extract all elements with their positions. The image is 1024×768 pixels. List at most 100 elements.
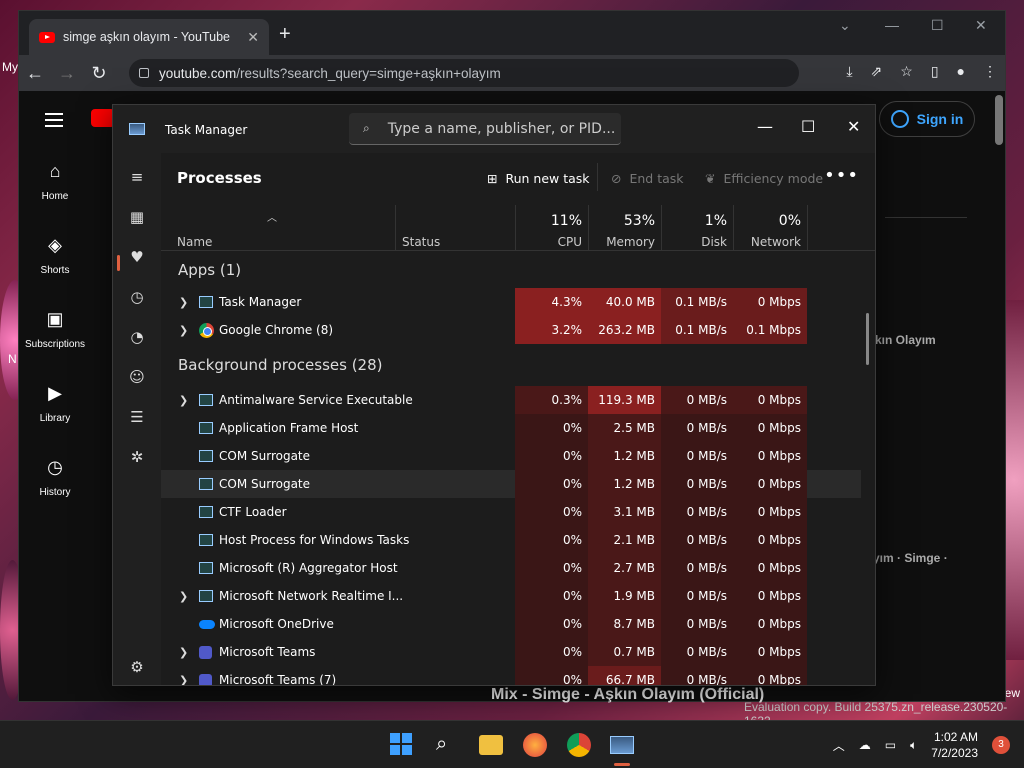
video-title-fragment[interactable]: kın Olayım [875,333,936,347]
processes-page: Processes ⊞ Run new task ⊘ End task ❦ Ef… [161,153,875,685]
bookmark-star-icon[interactable]: ☆ [900,63,913,80]
lock-icon[interactable] [139,68,149,78]
process-row[interactable]: ❯ Google Chrome (8) 3.2% 263.2 MB 0.1 MB/s 0.… [161,316,861,344]
process-row[interactable]: ❯ Task Manager 4.3% 40.0 MB 0.1 MB/s 0 Mbps [161,288,861,316]
settings-gear-icon[interactable]: ⚙ [127,657,147,677]
forward-icon[interactable]: → [51,63,83,84]
page-scrollbar[interactable] [995,95,1003,145]
app-window-icon [199,562,213,574]
close-button[interactable]: ✕ [975,17,987,34]
close-button[interactable]: ✕ [847,117,860,136]
address-bar[interactable]: youtube.com /results?search_query=simge+… [129,59,799,87]
sidebar-item-library[interactable]: ▶ Library [19,383,91,457]
end-task-button[interactable]: ⊘ End task [611,171,684,186]
run-new-task-button[interactable]: ⊞ Run new task [487,171,590,186]
memory-cell: 2.7 MB [588,554,661,582]
browser-tab[interactable]: simge aşkın olayım - YouTube ✕ [29,19,269,55]
firefox-icon[interactable] [523,733,547,757]
column-header-disk[interactable]: Disk [661,235,727,249]
process-row[interactable]: ❯ Microsoft Network Realtime I... 0% 1.9 MB… [161,582,861,610]
users-icon[interactable]: ☺ [127,367,147,387]
sidebar-item-subscriptions[interactable]: ▣ Subscriptions [19,309,91,383]
title-bar[interactable]: Task Manager ⌕ Type a name, publisher, o… [113,105,875,153]
column-header-network[interactable]: Network [733,235,801,249]
notification-badge[interactable]: 3 [992,736,1010,754]
start-button-icon[interactable] [390,733,412,755]
sidebar-item-history[interactable]: ◷ History [19,457,91,531]
app-history-icon[interactable]: ◷ [127,287,147,307]
profile-icon[interactable]: ● [957,63,965,80]
hamburger-icon[interactable] [45,113,63,127]
expand-chevron-icon[interactable]: ❯ [179,590,188,603]
reload-icon[interactable]: ↻ [83,63,115,84]
desktop-icon-label[interactable]: ew [1005,686,1020,700]
column-header-memory[interactable]: Memory [588,235,655,249]
clock[interactable]: 1:02 AM 7/2/2023 [931,729,978,761]
share-icon[interactable]: ⇗ [871,63,883,80]
desktop-icon-label[interactable]: N [8,352,17,366]
column-header-cpu[interactable]: CPU [515,235,582,249]
sidebar-item-home[interactable]: ⌂ Home [19,161,91,235]
desktop-icon-label[interactable]: My [2,60,18,74]
back-icon[interactable]: ← [19,63,51,84]
memory-cell: 1.9 MB [588,582,661,610]
expand-chevron-icon[interactable]: ❯ [179,324,188,337]
column-header-name[interactable]: Name [177,235,212,249]
display-icon[interactable]: ▭ [885,738,896,752]
maximize-button[interactable]: ☐ [801,117,815,136]
cpu-total[interactable]: 11% [515,213,582,229]
cpu-cell: 4.3% [515,288,588,316]
video-meta-fragment[interactable]: yım · Simge · [873,551,948,565]
process-row[interactable]: Application Frame Host 0% 2.5 MB 0 MB/s 0 Mb… [161,414,861,442]
tab-close-icon[interactable]: ✕ [247,29,259,46]
process-row[interactable]: ❯ Antimalware Service Executable 0.3% 119.3… [161,386,861,414]
tab-search-icon[interactable]: ⌄ [839,17,851,34]
minimize-button[interactable]: — [885,17,899,33]
home-icon: ⌂ [49,161,61,181]
install-icon[interactable]: ⤓ [846,63,852,80]
more-options-icon[interactable]: ••• [824,165,859,186]
efficiency-mode-button[interactable]: ❦ Efficiency mode [705,171,823,186]
search-icon[interactable]: ⌕ [436,733,460,757]
sidebar-item-shorts[interactable]: ◈ Shorts [19,235,91,309]
process-row[interactable]: ❯ Microsoft Teams 0% 0.7 MB 0 MB/s 0 Mbps [161,638,861,666]
list-scrollbar[interactable] [866,313,869,365]
process-row[interactable]: ❯ Microsoft Teams (7) 0% 66.7 MB 0 MB/s 0 Mbp… [161,666,861,685]
new-tab-button[interactable]: + [279,23,291,46]
expand-chevron-icon[interactable]: ❯ [179,296,188,309]
process-row[interactable]: Microsoft OneDrive 0% 8.7 MB 0 MB/s 0 Mbps [161,610,861,638]
file-explorer-icon[interactable] [479,735,503,755]
disk-total[interactable]: 1% [661,213,727,229]
process-row[interactable]: Microsoft (R) Aggregator Host 0% 2.7 MB 0 M… [161,554,861,582]
processes-icon[interactable]: ▦ [127,207,147,227]
network-total[interactable]: 0% [733,213,801,229]
services-icon[interactable]: ✲ [127,447,147,467]
maximize-button[interactable]: ☐ [931,17,944,34]
chrome-icon[interactable] [567,733,591,757]
chevron-up-icon[interactable]: ︿ [833,737,845,754]
video-title-fragment[interactable]: Mix - Simge - Aşkın Olayım (Official) [491,686,764,704]
more-menu-icon[interactable]: ⋮ [983,63,997,80]
volume-icon[interactable]: 🔈︎ [910,738,917,753]
hamburger-icon[interactable]: ≡ [127,167,147,187]
expand-chevron-icon[interactable]: ❯ [179,646,188,659]
memory-total[interactable]: 53% [588,213,655,229]
efficiency-mode-label: Efficiency mode [723,171,824,186]
details-icon[interactable]: ☰ [127,407,147,427]
performance-icon[interactable]: ♥ [127,247,147,267]
task-manager-taskbar-icon[interactable] [610,736,634,754]
search-input[interactable]: ⌕ Type a name, publisher, or PID... [349,113,621,145]
process-row[interactable]: Host Process for Windows Tasks 0% 2.1 MB 0 … [161,526,861,554]
expand-chevron-icon[interactable]: ❯ [179,674,188,686]
minimize-button[interactable]: — [757,117,773,136]
side-panel-icon[interactable]: ▯ [931,63,939,80]
column-header-status[interactable]: Status [402,235,440,249]
process-row[interactable]: CTF Loader 0% 3.1 MB 0 MB/s 0 Mbps [161,498,861,526]
process-row[interactable]: COM Surrogate 0% 1.2 MB 0 MB/s 0 Mbps [161,442,861,470]
sign-in-button[interactable]: Sign in [879,101,975,137]
process-row[interactable]: COM Surrogate 0% 1.2 MB 0 MB/s 0 Mbps [161,470,861,498]
cpu-cell: 0% [515,498,588,526]
startup-apps-icon[interactable]: ◔ [127,327,147,347]
network-off-icon[interactable]: ☁ [859,738,871,752]
expand-chevron-icon[interactable]: ❯ [179,394,188,407]
